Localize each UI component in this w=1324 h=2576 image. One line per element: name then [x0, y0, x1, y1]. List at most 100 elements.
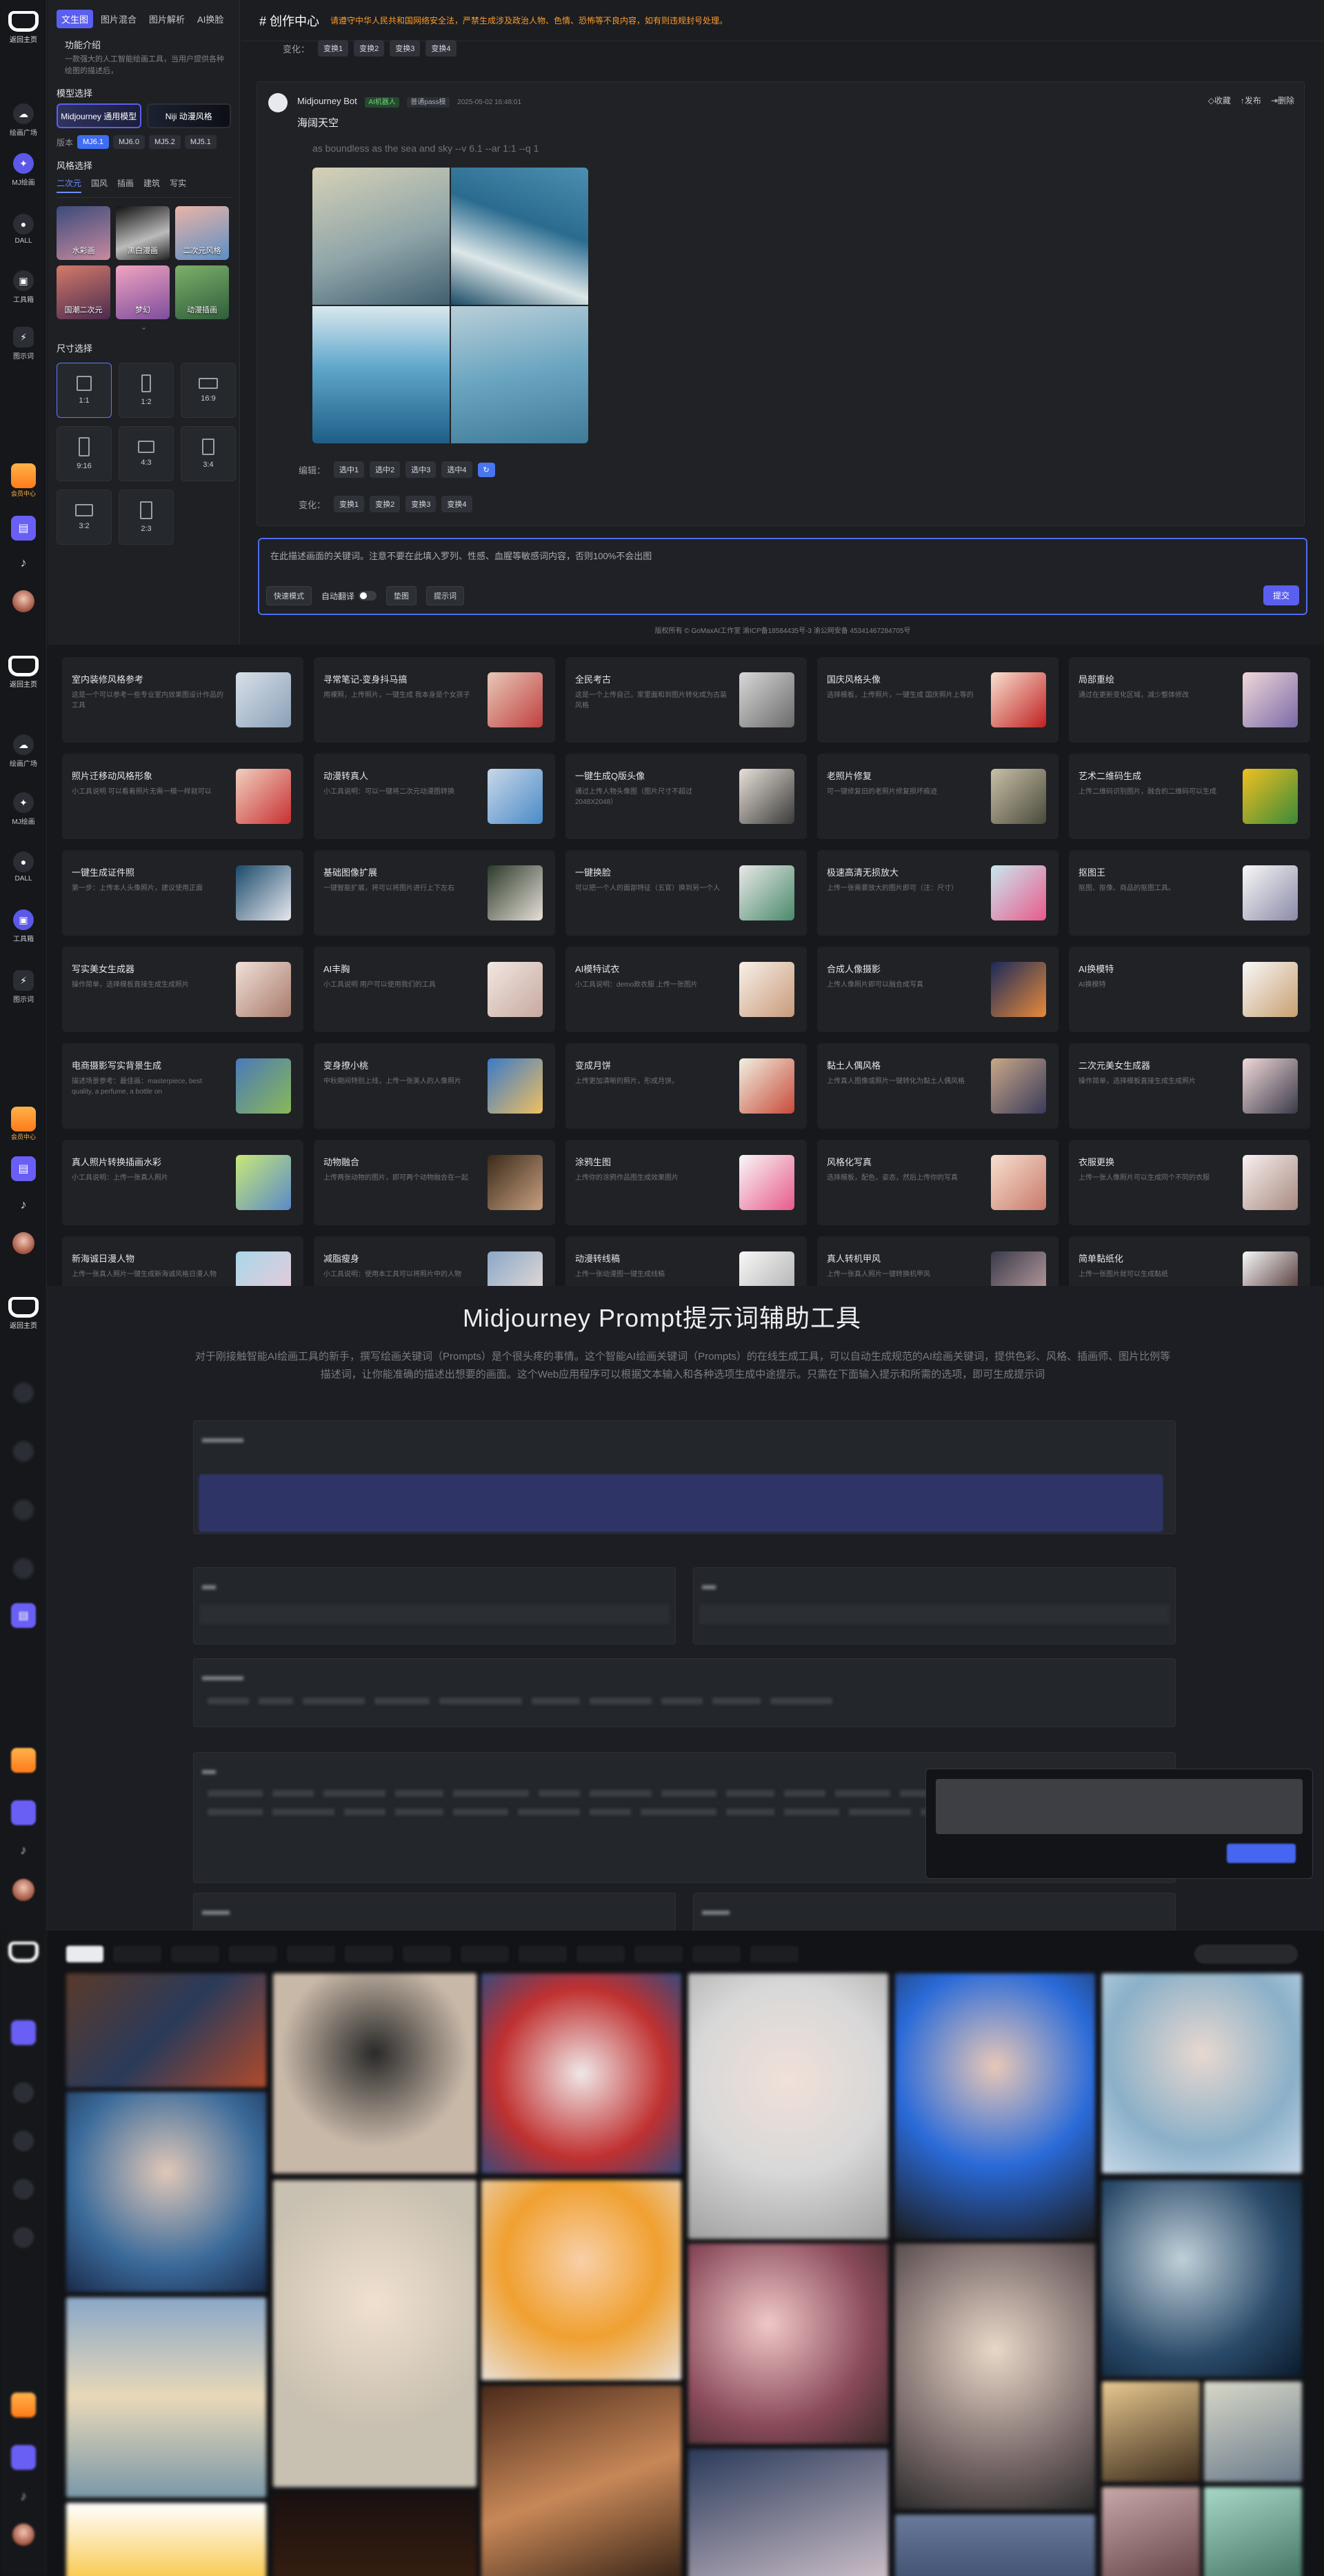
submit-button[interactable]: 提交: [1263, 585, 1299, 605]
tab-blend[interactable]: 图片混合: [96, 10, 141, 28]
style-tab[interactable]: 插画: [117, 177, 134, 193]
gallery-image[interactable]: [1102, 2487, 1200, 2576]
version-option[interactable]: MJ5.1: [184, 135, 217, 149]
rail-item-square[interactable]: ☁ 绘画广场: [0, 103, 47, 137]
document-icon[interactable]: ▤: [11, 516, 36, 541]
tool-card[interactable]: 风格化写真 选择模板，配色，姿态，然后上传你的写真: [817, 1140, 1059, 1225]
tool-card[interactable]: 电商摄影写实背景生成 描述场景参考：最佳画：masterpiece, best q…: [62, 1043, 303, 1129]
bell-icon[interactable]: ♪: [15, 1843, 32, 1860]
gallery-image[interactable]: [273, 2494, 477, 2576]
style-tab[interactable]: 二次元: [57, 177, 82, 193]
gallery-image[interactable]: [688, 2449, 888, 2576]
pick-button[interactable]: 选中3: [405, 461, 437, 478]
gallery-image[interactable]: [273, 1973, 477, 2173]
pick-button[interactable]: 选中4: [441, 461, 472, 478]
auto-translate-toggle[interactable]: 自动翻译: [321, 590, 377, 602]
rail-item[interactable]: [0, 1558, 47, 1582]
bell-icon[interactable]: ♪: [15, 2489, 32, 2506]
avatar[interactable]: [12, 590, 34, 612]
size-option[interactable]: 1:1: [57, 363, 112, 418]
home-logo[interactable]: [8, 1942, 39, 1972]
gallery-tab[interactable]: [287, 1946, 335, 1962]
tab-describe[interactable]: 图片解析: [144, 10, 190, 28]
document-icon[interactable]: ▤: [11, 1156, 36, 1181]
tool-card[interactable]: 寻常笔记-变身抖马搞 用裸照，上传照片，一键生成 我本身是个女孩子: [314, 657, 555, 743]
gallery-image[interactable]: [688, 2244, 888, 2444]
pick-button[interactable]: 选中2: [370, 461, 401, 478]
gallery-image[interactable]: [481, 2180, 681, 2380]
result-image-grid[interactable]: [312, 168, 588, 443]
document-icon[interactable]: [11, 2445, 36, 2470]
style-option[interactable]: 二次元风格: [175, 206, 229, 260]
gallery-image[interactable]: [1102, 1973, 1302, 2173]
rail-item-prompt[interactable]: ⚡ 图示词: [0, 327, 47, 361]
version-option[interactable]: MJ5.2: [148, 135, 181, 149]
size-option[interactable]: 1:2: [119, 363, 174, 418]
favorite-button[interactable]: ◇收藏: [1208, 94, 1231, 106]
rail-item[interactable]: [0, 2082, 47, 2106]
gallery-tab[interactable]: [345, 1946, 393, 1962]
bell-icon[interactable]: ♪: [15, 1198, 32, 1214]
gallery-image[interactable]: [1102, 2382, 1200, 2482]
delete-button[interactable]: ⇥删除: [1271, 94, 1294, 106]
tool-card[interactable]: 变成月饼 上传更加清晰的照片，形成月饼。: [565, 1043, 807, 1129]
tool-card[interactable]: 变身撩小桃 中秋期间特别上线，上传一张美人的人像照片: [314, 1043, 555, 1129]
option-select[interactable]: [699, 1604, 1170, 1624]
variation-button[interactable]: 变换4: [425, 40, 457, 57]
tool-card[interactable]: 二次元美女生成器 操作简单，选择模板直接生成生成照片: [1069, 1043, 1310, 1129]
variation-button[interactable]: 变换3: [390, 40, 421, 57]
refresh-icon[interactable]: ↻: [477, 462, 495, 477]
tool-card[interactable]: 艺术二维码生成 上传二维码识别图片，融合的二维码可以生成: [1069, 754, 1310, 839]
size-option[interactable]: 4:3: [119, 426, 174, 481]
style-tab[interactable]: 建筑: [143, 177, 160, 193]
gallery-search[interactable]: [1194, 1944, 1298, 1964]
prompt-tool-icon[interactable]: ▤: [11, 1603, 36, 1628]
style-option[interactable]: 国潮二次元: [57, 265, 110, 319]
gallery-image[interactable]: [66, 2297, 266, 2497]
tool-card[interactable]: 黏土人偶风格 上传真人图像或照片一键转化为黏土人偶风格: [817, 1043, 1059, 1129]
gallery-tab[interactable]: [229, 1946, 277, 1962]
gallery-tab[interactable]: [576, 1946, 625, 1962]
style-option[interactable]: 黑白漫画: [116, 206, 170, 260]
version-option[interactable]: MJ6.1: [77, 135, 109, 149]
variation-button[interactable]: 变换4: [441, 496, 472, 512]
tool-card[interactable]: AI模特试衣 小工具说明：demo款衣服 上传一张图片: [565, 947, 807, 1032]
rail-item[interactable]: [0, 1382, 47, 1406]
tool-card[interactable]: AI换模特 AI换模特: [1069, 947, 1310, 1032]
square-icon[interactable]: [11, 2020, 36, 2045]
tool-card[interactable]: 动物融合 上传两张动物的图片，即可两个动物融合在一起: [314, 1140, 555, 1225]
rail-item-mj[interactable]: ✦ MJ绘画: [0, 153, 47, 187]
style-option[interactable]: 动漫插画: [175, 265, 229, 319]
avatar[interactable]: [12, 1879, 34, 1901]
rail-item-dall[interactable]: ● DALL: [0, 214, 47, 245]
prompt-helper-button[interactable]: 提示词: [426, 586, 465, 605]
tool-card[interactable]: 照片迁移动风格形象 小工具说明 可以看着照片无需一模一样就可以: [62, 754, 303, 839]
tool-card[interactable]: 动漫转线稿 上传一张动漫图一键生成线稿: [565, 1236, 807, 1286]
gallery-tab[interactable]: [634, 1946, 683, 1962]
variation-button[interactable]: 变换2: [354, 40, 385, 57]
pick-button[interactable]: 选中1: [334, 461, 365, 478]
vip-button[interactable]: 会员中心: [11, 1107, 36, 1140]
tool-card[interactable]: 一键生成证件照 第一步：上传本人头像照片，建议使用正面: [62, 850, 303, 936]
gallery-image[interactable]: [481, 1973, 681, 2173]
result-output[interactable]: [936, 1779, 1303, 1834]
tool-card[interactable]: 全民考古 这是一个上传自己，家里面和到图片转化成为古装风格: [565, 657, 807, 743]
rail-item[interactable]: [0, 1500, 47, 1523]
style-tab[interactable]: 国风: [91, 177, 108, 193]
reference-image-button[interactable]: 垫图: [386, 586, 417, 605]
variation-button[interactable]: 变换3: [405, 496, 437, 512]
size-option[interactable]: 16:9: [181, 363, 236, 418]
model-option-midjourney[interactable]: Midjourney 通用模型: [57, 103, 141, 128]
gallery-image[interactable]: [273, 2180, 477, 2487]
tool-card[interactable]: 极速高清无损放大 上传一张需要放大的图片即可（注：尺寸）: [817, 850, 1059, 936]
variation-button[interactable]: 变换1: [334, 496, 365, 512]
style-option[interactable]: 梦幻: [116, 265, 170, 319]
rail-item-prompt[interactable]: ⚡ 图示词: [0, 970, 47, 1004]
copy-button[interactable]: [1227, 1844, 1296, 1863]
gallery-tab[interactable]: [113, 1946, 161, 1962]
size-option[interactable]: 2:3: [119, 490, 174, 545]
tool-card[interactable]: 衣服更换 上传一张人像照片可以生成同个不同的衣服: [1069, 1140, 1310, 1225]
version-option[interactable]: MJ6.0: [112, 135, 145, 149]
avatar[interactable]: [12, 2524, 34, 2546]
tool-card[interactable]: 局部重绘 通过在更新变化区域，减少整体修改: [1069, 657, 1310, 743]
